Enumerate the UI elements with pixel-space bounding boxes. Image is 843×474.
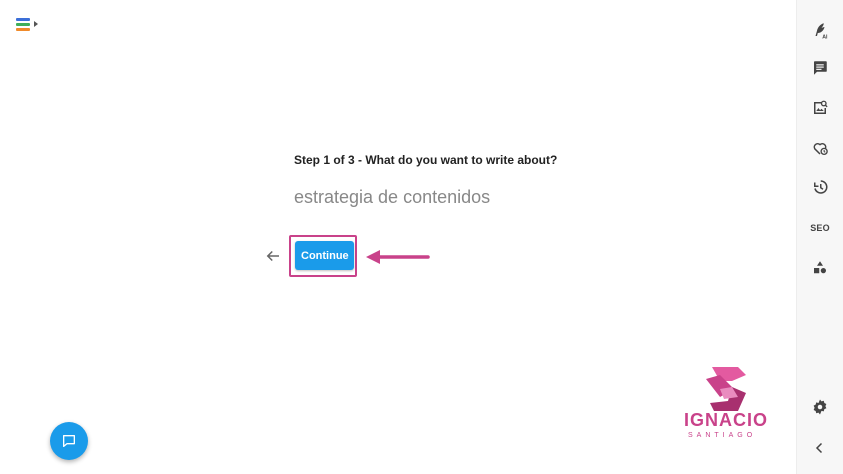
collapse-sidebar-button[interactable] [808, 436, 832, 460]
caret-right-icon [34, 21, 38, 27]
pointer-arrow-annotation [366, 250, 430, 264]
favorites-button[interactable] [808, 136, 832, 160]
seo-button[interactable]: SEO [808, 216, 832, 240]
collapse-chevron-icon [815, 442, 823, 454]
comment-icon [814, 61, 827, 75]
chat-icon [63, 435, 75, 447]
comments-button[interactable] [808, 56, 832, 80]
ai-label: AI [822, 34, 828, 39]
ai-writer-button[interactable]: AI [808, 18, 832, 42]
history-button[interactable] [808, 175, 832, 199]
seo-icon: SEO [810, 223, 830, 233]
history-icon [814, 180, 828, 194]
logo-name: IGNACIO [684, 410, 769, 430]
app-menu-icon [16, 17, 30, 31]
heart-clock-icon [813, 142, 828, 156]
settings-button[interactable] [808, 395, 832, 419]
templates-button[interactable] [808, 256, 832, 280]
ai-feather-icon: AI [815, 23, 828, 39]
step-label: Step 1 of 3 - What do you want to write … [294, 153, 558, 167]
image-search-icon [814, 100, 828, 114]
chat-fab-button[interactable] [50, 422, 88, 460]
topic-input[interactable] [294, 183, 554, 211]
continue-button[interactable]: Continue [295, 241, 354, 270]
shapes-icon [814, 261, 826, 274]
ignacio-santiago-logo: IGNACIO SANTIAGO [684, 367, 774, 445]
logo-mark [706, 367, 746, 411]
settings-icon [813, 399, 827, 415]
back-arrow-icon[interactable] [264, 247, 282, 265]
right-sidebar: AI SEO [796, 0, 843, 474]
app-menu-button[interactable] [16, 14, 44, 34]
image-search-button[interactable] [808, 96, 832, 120]
logo-subtitle: SANTIAGO [688, 432, 757, 439]
topic-wizard: Step 1 of 3 - What do you want to write … [294, 153, 558, 211]
